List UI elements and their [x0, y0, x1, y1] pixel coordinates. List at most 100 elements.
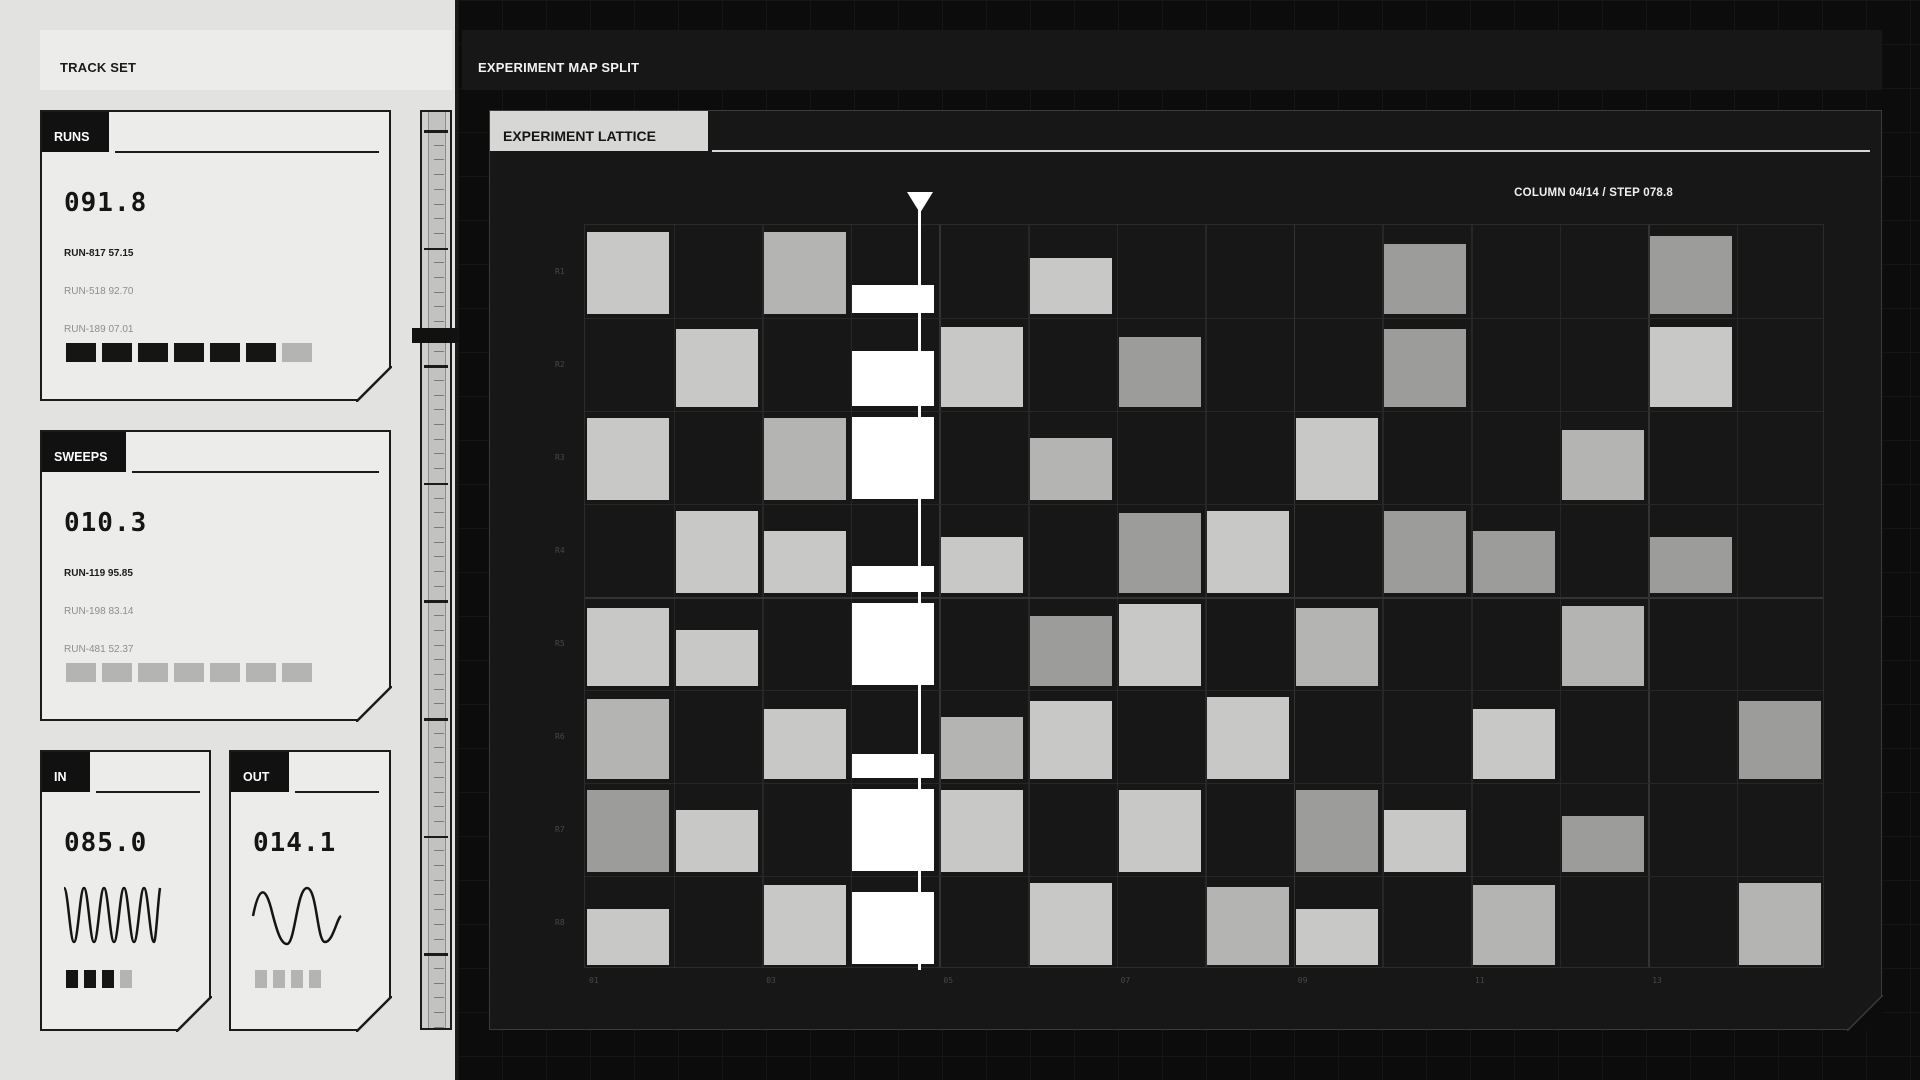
split-divider[interactable]	[455, 0, 458, 1080]
column-cursor-head-icon[interactable]	[907, 192, 933, 213]
lattice-cell[interactable]	[764, 885, 847, 965]
lattice-cell[interactable]	[1384, 244, 1467, 314]
lattice-cell[interactable]	[941, 537, 1024, 593]
timeline-scale[interactable]	[420, 110, 452, 1030]
lattice-cell[interactable]	[587, 699, 669, 779]
scale-tick	[434, 776, 444, 778]
lattice-cell[interactable]	[1295, 790, 1378, 872]
lattice-cell[interactable]	[675, 810, 758, 872]
progress-square	[102, 343, 132, 362]
scale-tick	[434, 806, 444, 808]
lattice-cell[interactable]	[941, 327, 1024, 407]
progress-square	[246, 343, 276, 362]
progress-square	[102, 970, 114, 988]
lattice-cell[interactable]	[1650, 537, 1733, 593]
runs-tag-label: RUNS	[54, 130, 90, 144]
lattice-cell[interactable]	[764, 418, 847, 500]
lattice-cell[interactable]	[1030, 438, 1112, 500]
scale-tick	[434, 306, 444, 308]
runs-card-corner	[356, 366, 392, 402]
runs-card[interactable]: RUNS 091.8 RUN-817 57.15 RUN-518 92.70 R…	[40, 110, 392, 402]
scale-tick	[434, 541, 444, 543]
row-label: R4	[555, 545, 565, 555]
progress-square	[120, 970, 132, 988]
lattice-cell[interactable]	[1473, 709, 1555, 779]
lattice-cell[interactable]	[1473, 885, 1555, 965]
lattice-cell[interactable]	[587, 608, 669, 686]
out-rule	[295, 791, 379, 793]
progress-square	[273, 970, 285, 988]
lattice-cell[interactable]	[764, 531, 847, 593]
lattice-cell[interactable]	[1384, 329, 1467, 407]
column-label: 05	[943, 976, 954, 985]
scale-tick	[434, 571, 444, 572]
lattice-cell[interactable]	[1473, 531, 1555, 593]
lattice-cell[interactable]	[1030, 701, 1112, 779]
lattice-cell[interactable]	[1118, 337, 1201, 407]
panel-corner	[1846, 994, 1883, 1031]
scale-tick	[424, 247, 448, 251]
experiment-lattice-grid[interactable]	[584, 224, 1824, 968]
lattice-cell[interactable]	[941, 717, 1024, 779]
scale-tick	[434, 468, 444, 470]
lattice-cell[interactable]	[587, 909, 669, 965]
lattice-cell[interactable]	[941, 790, 1024, 872]
runs-row-1: RUN-817 57.15	[64, 248, 134, 259]
lattice-cell[interactable]	[764, 709, 847, 779]
lattice-cell[interactable]	[1295, 909, 1378, 965]
out-card[interactable]: OUT 014.1	[229, 750, 392, 1032]
in-card[interactable]: IN 085.0	[40, 750, 212, 1032]
lattice-cell[interactable]	[1561, 816, 1644, 872]
lattice-cell[interactable]	[1207, 697, 1290, 779]
scale-tick	[434, 526, 444, 528]
lattice-cell[interactable]	[1295, 608, 1378, 686]
scale-tick	[434, 850, 444, 852]
lattice-cell[interactable]	[587, 232, 669, 314]
grid-column-line	[1736, 225, 1739, 967]
lattice-cell[interactable]	[1030, 616, 1112, 686]
sweeps-tag: SWEEPS	[42, 432, 126, 472]
lattice-cell[interactable]	[1384, 810, 1467, 872]
lattice-cell[interactable]	[587, 790, 669, 872]
lattice-cell[interactable]	[1030, 883, 1112, 965]
lattice-cell[interactable]	[1118, 790, 1201, 872]
scale-tick	[434, 424, 444, 425]
grid-row-line	[585, 783, 1823, 784]
lattice-cell[interactable]	[1118, 513, 1201, 593]
in-tag-label: IN	[54, 770, 67, 784]
lattice-cell[interactable]	[1207, 511, 1290, 593]
scale-tick	[434, 585, 444, 587]
lattice-cell[interactable]	[1738, 883, 1821, 965]
scale-tick	[434, 879, 444, 881]
progress-square	[291, 970, 303, 988]
lattice-cell[interactable]	[1207, 887, 1290, 965]
scale-position-marker[interactable]	[412, 328, 458, 343]
lattice-cell[interactable]	[1561, 430, 1644, 500]
runs-rule	[115, 151, 379, 153]
lattice-cell[interactable]	[675, 329, 758, 407]
lattice-cell[interactable]	[675, 630, 758, 686]
lattice-cell[interactable]	[1561, 606, 1644, 686]
experiment-lattice-tab[interactable]: EXPERIMENT LATTICE	[490, 111, 708, 151]
lattice-cell[interactable]	[1384, 511, 1467, 593]
progress-square	[210, 343, 240, 362]
progress-square	[66, 343, 96, 362]
lattice-cell[interactable]	[675, 511, 758, 593]
lattice-cell[interactable]	[1738, 701, 1821, 779]
sweeps-card[interactable]: SWEEPS 010.3 RUN-119 95.85 RUN-198 83.14…	[40, 430, 392, 722]
in-card-corner	[176, 996, 212, 1032]
column-cursor-line[interactable]	[918, 206, 921, 970]
progress-square	[282, 663, 312, 682]
lattice-cell[interactable]	[1118, 604, 1201, 686]
lattice-cell[interactable]	[764, 232, 847, 314]
lattice-cell[interactable]	[1295, 418, 1378, 500]
lattice-cell[interactable]	[1650, 327, 1733, 407]
lattice-cell[interactable]	[1030, 258, 1112, 314]
lattice-cell[interactable]	[1650, 236, 1733, 314]
scale-tick	[424, 718, 448, 721]
scale-tick	[434, 556, 444, 558]
row-label: R8	[555, 917, 565, 927]
lattice-cell[interactable]	[587, 418, 669, 500]
scale-tick	[434, 967, 444, 969]
progress-square	[210, 663, 240, 682]
